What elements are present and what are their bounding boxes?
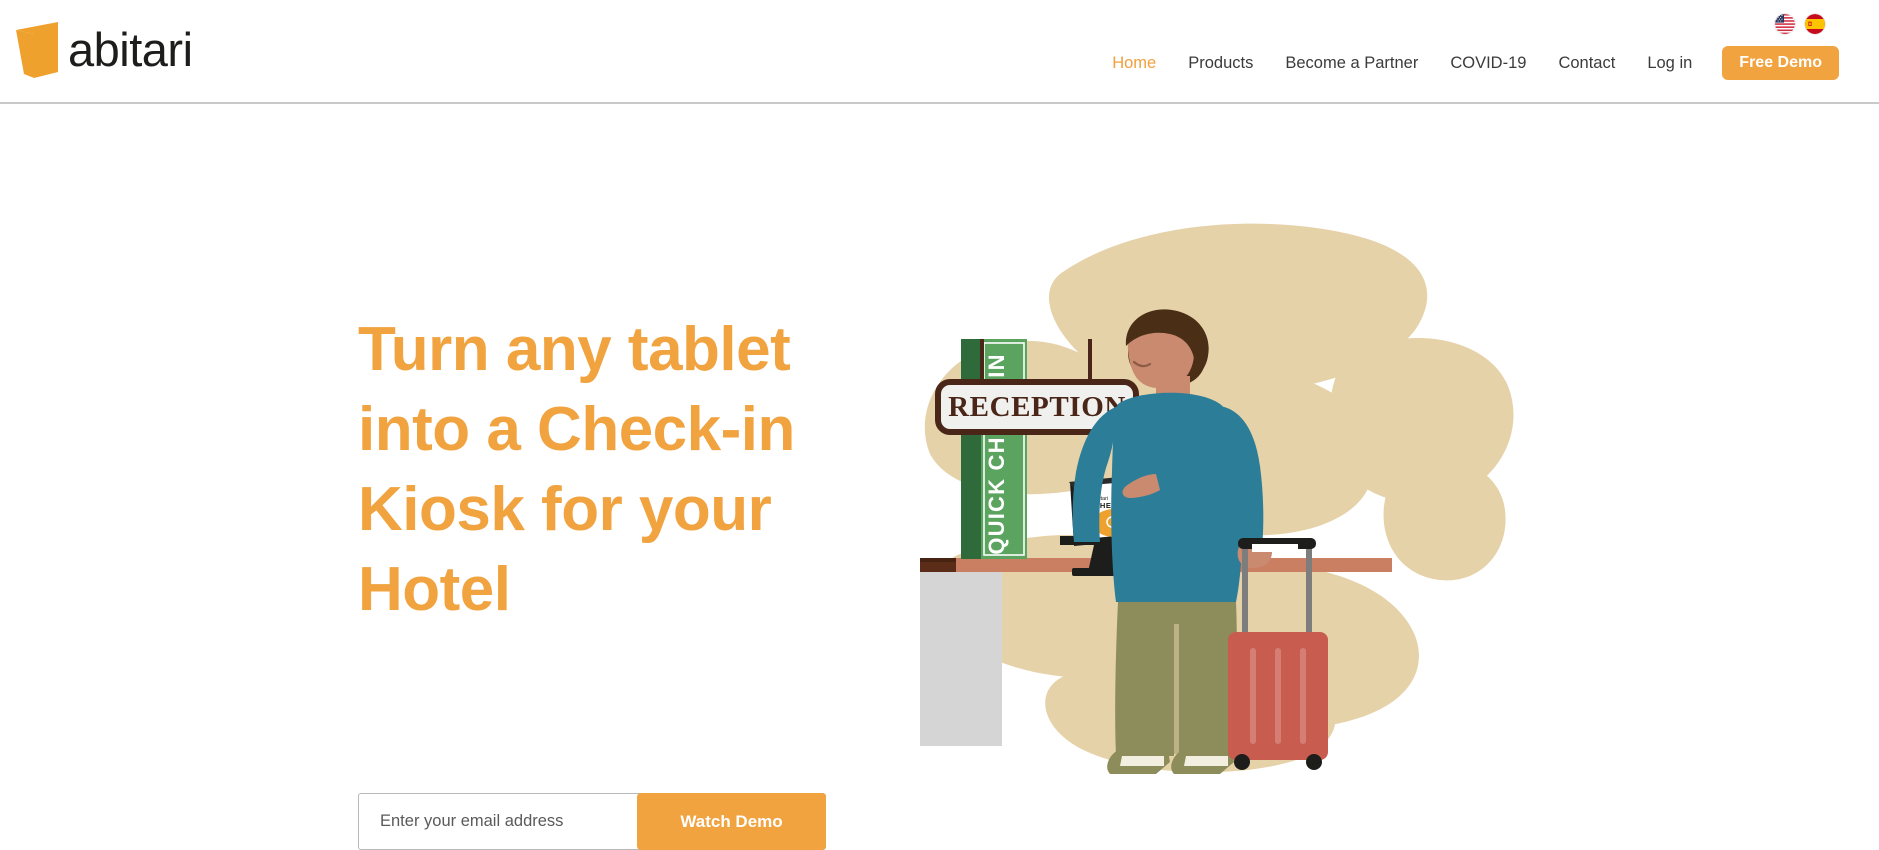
nav-item-log-in[interactable]: Log in [1631, 50, 1708, 76]
hero-copy: Turn any tablet into a Check-in Kiosk fo… [358, 310, 828, 630]
hero-section: Turn any tablet into a Check-in Kiosk fo… [0, 104, 1879, 850]
nav-item-covid-19[interactable]: COVID-19 [1434, 50, 1542, 76]
nav-item-contact[interactable]: Contact [1542, 50, 1631, 76]
quick-check-in-book: QUICK CHECK-IN [961, 339, 1027, 559]
watch-demo-button[interactable]: Watch Demo [637, 793, 826, 850]
nav-item-home[interactable]: Home [1096, 50, 1172, 76]
logo[interactable]: abitari [14, 18, 193, 80]
language-switcher[interactable] [1775, 14, 1825, 34]
free-demo-button[interactable]: Free Demo [1722, 46, 1839, 80]
site-header: abitari Home Products Become a Partner C… [0, 0, 1879, 104]
hero-illustration: QUICK CHECK-IN RECEPTION abitari CHECK [920, 154, 1560, 814]
email-signup-form[interactable]: Watch Demo [358, 793, 826, 850]
page-title: Turn any tablet into a Check-in Kiosk fo… [358, 315, 795, 624]
flag-us-icon[interactable] [1775, 14, 1795, 34]
email-field[interactable] [359, 794, 637, 849]
nav-item-products[interactable]: Products [1172, 50, 1269, 76]
nav-item-become-a-partner[interactable]: Become a Partner [1269, 50, 1434, 76]
reception-sign-label: RECEPTION [948, 391, 1126, 423]
logo-wordmark: abitari [68, 22, 193, 76]
flag-es-icon[interactable] [1805, 14, 1825, 34]
main-nav[interactable]: Home Products Become a Partner COVID-19 … [1096, 46, 1839, 80]
pennant-flag-mark-icon [14, 16, 70, 83]
